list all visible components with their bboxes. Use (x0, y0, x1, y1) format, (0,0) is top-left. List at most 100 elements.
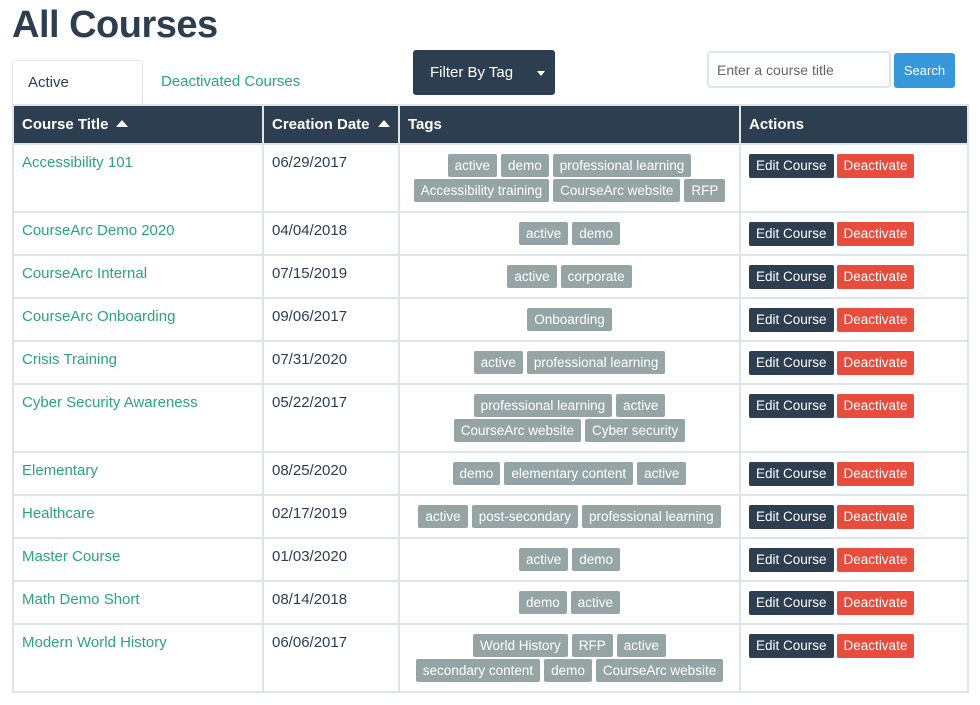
course-title-cell: CourseArc Demo 2020 (12, 211, 264, 256)
filter-by-tag-label: Filter By Tag (430, 64, 514, 81)
tag-badge: active (616, 394, 666, 417)
deactivate-button[interactable]: Deactivate (836, 505, 915, 529)
table-row: Elementary 08/25/2020 demo elementary conte… (12, 451, 969, 496)
tag-badge: RFP (684, 179, 726, 202)
table-row: Master Course 01/03/2020 active demo Edit Co… (12, 537, 969, 582)
tags-cell: demo active (398, 580, 741, 625)
actions-cell: Edit Course Deactivate (739, 451, 969, 496)
creation-date-cell: 01/03/2020 (262, 537, 400, 582)
course-title-link[interactable]: Crisis Training (22, 351, 117, 368)
course-title-cell: CourseArc Internal (12, 254, 264, 299)
course-title-link[interactable]: Modern World History (22, 634, 167, 651)
tag-badge: professional learning (552, 154, 692, 177)
deactivate-button[interactable]: Deactivate (836, 265, 915, 289)
course-title-link[interactable]: Accessibility 101 (22, 154, 133, 171)
edit-course-button[interactable]: Edit Course (749, 462, 834, 486)
actions-cell: Edit Course Deactivate (739, 537, 969, 582)
table-row: CourseArc Onboarding 09/06/2017 Onboarding… (12, 297, 969, 342)
course-title-link[interactable]: CourseArc Onboarding (22, 308, 175, 325)
tab-active-courses[interactable]: Active Courses (12, 60, 143, 135)
table-row: Crisis Training 07/31/2020 active professio… (12, 340, 969, 385)
edit-course-button[interactable]: Edit Course (749, 265, 834, 289)
tags-cell: active professional learning (398, 340, 741, 385)
tab-deactivated-courses[interactable]: Deactivated Courses (146, 60, 315, 104)
creation-date-cell: 07/15/2019 (262, 254, 400, 299)
tag-badge: demo (544, 659, 592, 682)
tag-badge: active (570, 591, 621, 614)
actions-cell: Edit Course Deactivate (739, 297, 969, 342)
tags-cell: demo elementary content active (398, 451, 741, 496)
tag-badge: corporate (560, 265, 632, 288)
edit-course-button[interactable]: Edit Course (749, 505, 834, 529)
course-title-link[interactable]: CourseArc Demo 2020 (22, 222, 175, 239)
tag-badge: demo (452, 462, 501, 485)
search-input[interactable] (707, 51, 891, 88)
edit-course-button[interactable]: Edit Course (749, 154, 834, 178)
course-title-cell: Accessibility 101 (12, 143, 264, 213)
sort-ascending-icon[interactable] (116, 120, 129, 127)
deactivate-button[interactable]: Deactivate (836, 634, 915, 658)
table-row: Math Demo Short 08/14/2018 demo active Edit … (12, 580, 969, 625)
deactivate-button[interactable]: Deactivate (836, 548, 915, 572)
deactivate-button[interactable]: Deactivate (836, 222, 915, 246)
tags-cell: World History RFP active secondary content d… (398, 623, 741, 693)
actions-cell: Edit Course Deactivate (739, 254, 969, 299)
tags-cell: active corporate (398, 254, 741, 299)
deactivate-button[interactable]: Deactivate (836, 154, 915, 178)
tag-badge: active (447, 154, 497, 177)
edit-course-button[interactable]: Edit Course (749, 634, 834, 658)
tag-badge: elementary content (504, 462, 634, 485)
creation-date-cell: 06/06/2017 (262, 623, 400, 693)
column-header-tags: Tags (398, 104, 741, 145)
actions-cell: Edit Course Deactivate (739, 143, 969, 213)
course-title-link[interactable]: Healthcare (22, 505, 95, 522)
edit-course-button[interactable]: Edit Course (749, 222, 834, 246)
course-title-link[interactable]: Master Course (22, 548, 120, 565)
tag-badge: CourseArc website (453, 419, 581, 442)
edit-course-button[interactable]: Edit Course (749, 394, 834, 418)
edit-course-button[interactable]: Edit Course (749, 591, 834, 615)
filter-by-tag-dropdown[interactable]: Filter By Tag (413, 50, 555, 95)
actions-cell: Edit Course Deactivate (739, 211, 969, 256)
tag-badge: Onboarding (527, 308, 612, 331)
column-header-creation-date[interactable]: Creation Date (262, 104, 400, 145)
column-header-label: Actions (749, 116, 805, 133)
column-header-actions: Actions (739, 104, 969, 145)
tag-badge: World History (472, 634, 568, 657)
sort-ascending-icon[interactable] (377, 120, 390, 127)
deactivate-button[interactable]: Deactivate (836, 462, 915, 486)
tag-badge: demo (572, 548, 621, 571)
course-title-cell: Math Demo Short (12, 580, 264, 625)
tag-badge: demo (518, 591, 567, 614)
course-title-link[interactable]: Cyber Security Awareness (22, 394, 198, 411)
creation-date-cell: 02/17/2019 (262, 494, 400, 539)
creation-date-cell: 04/04/2018 (262, 211, 400, 256)
edit-course-button[interactable]: Edit Course (749, 548, 834, 572)
tag-badge: active (616, 634, 667, 657)
course-title-cell: Cyber Security Awareness (12, 383, 264, 453)
edit-course-button[interactable]: Edit Course (749, 351, 834, 375)
column-header-course-title[interactable]: Course Title (12, 104, 264, 145)
tags-cell: active demo professional learningAccessibi… (398, 143, 741, 213)
tag-badge: active (518, 548, 569, 571)
deactivate-button[interactable]: Deactivate (836, 394, 915, 418)
course-title-link[interactable]: CourseArc Internal (22, 265, 147, 282)
course-title-cell: Crisis Training (12, 340, 264, 385)
deactivate-button[interactable]: Deactivate (836, 308, 915, 332)
deactivate-button[interactable]: Deactivate (836, 351, 915, 375)
tag-badge: Accessibility training (413, 179, 550, 202)
creation-date-cell: 06/29/2017 (262, 143, 400, 213)
actions-cell: Edit Course Deactivate (739, 340, 969, 385)
course-title-link[interactable]: Elementary (22, 462, 98, 479)
search-button[interactable]: Search (894, 53, 955, 88)
tag-badge: secondary content (415, 659, 541, 682)
deactivate-button[interactable]: Deactivate (836, 591, 915, 615)
actions-cell: Edit Course Deactivate (739, 494, 969, 539)
actions-cell: Edit Course Deactivate (739, 623, 969, 693)
edit-course-button[interactable]: Edit Course (749, 308, 834, 332)
course-title-cell: CourseArc Onboarding (12, 297, 264, 342)
tags-cell: Onboarding (398, 297, 741, 342)
course-title-link[interactable]: Math Demo Short (22, 591, 140, 608)
table-row: Accessibility 101 06/29/2017 active demo pro… (12, 143, 969, 213)
tags-cell: professional learning active CourseArc web… (398, 383, 741, 453)
